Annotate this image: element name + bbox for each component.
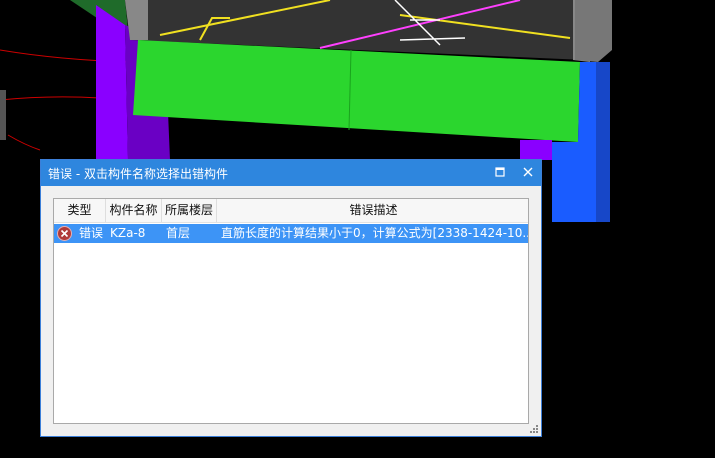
column-header-name[interactable]: 构件名称 (106, 199, 162, 222)
red-curve-line (7, 134, 41, 151)
blue-column-side (596, 62, 610, 222)
table-row[interactable]: 错误 KZa-8 首层 直筋长度的计算结果小于0，计算公式为[2338-1424… (54, 224, 528, 243)
close-button[interactable] (518, 163, 540, 183)
row-floor: 首层 (166, 226, 191, 240)
grey-top-block (575, 0, 612, 62)
row-component-name: KZa-8 (110, 226, 146, 240)
side-edge (0, 90, 6, 140)
red-curve-line (0, 96, 101, 101)
resize-grip-icon[interactable] (529, 424, 539, 434)
purple-column (96, 5, 128, 160)
row-type: 错误 (79, 226, 104, 240)
purple-block (520, 140, 552, 160)
list-header: 类型 构件名称 所属楼层 错误描述 (54, 199, 528, 223)
error-list[interactable]: 类型 构件名称 所属楼层 错误描述 错误 KZa-8 首层 直筋长度的计算结果小… (53, 198, 529, 424)
error-dialog[interactable]: 错误 - 双击构件名称选择出错构件 类型 构件名称 所属楼层 错误描述 错误 K… (40, 159, 542, 437)
column-header-floor[interactable]: 所属楼层 (162, 199, 217, 222)
close-icon (523, 167, 533, 177)
column-header-description[interactable]: 错误描述 (217, 199, 528, 222)
maximize-icon (495, 167, 505, 177)
maximize-button[interactable] (490, 163, 512, 183)
dialog-title: 错误 - 双击构件名称选择出错构件 (48, 167, 228, 181)
dialog-title-bar[interactable]: 错误 - 双击构件名称选择出错构件 (41, 160, 541, 186)
column-header-type[interactable]: 类型 (54, 199, 106, 222)
error-icon (57, 226, 72, 241)
row-description: 直筋长度的计算结果小于0，计算公式为[2338-1424-10... (221, 226, 529, 240)
